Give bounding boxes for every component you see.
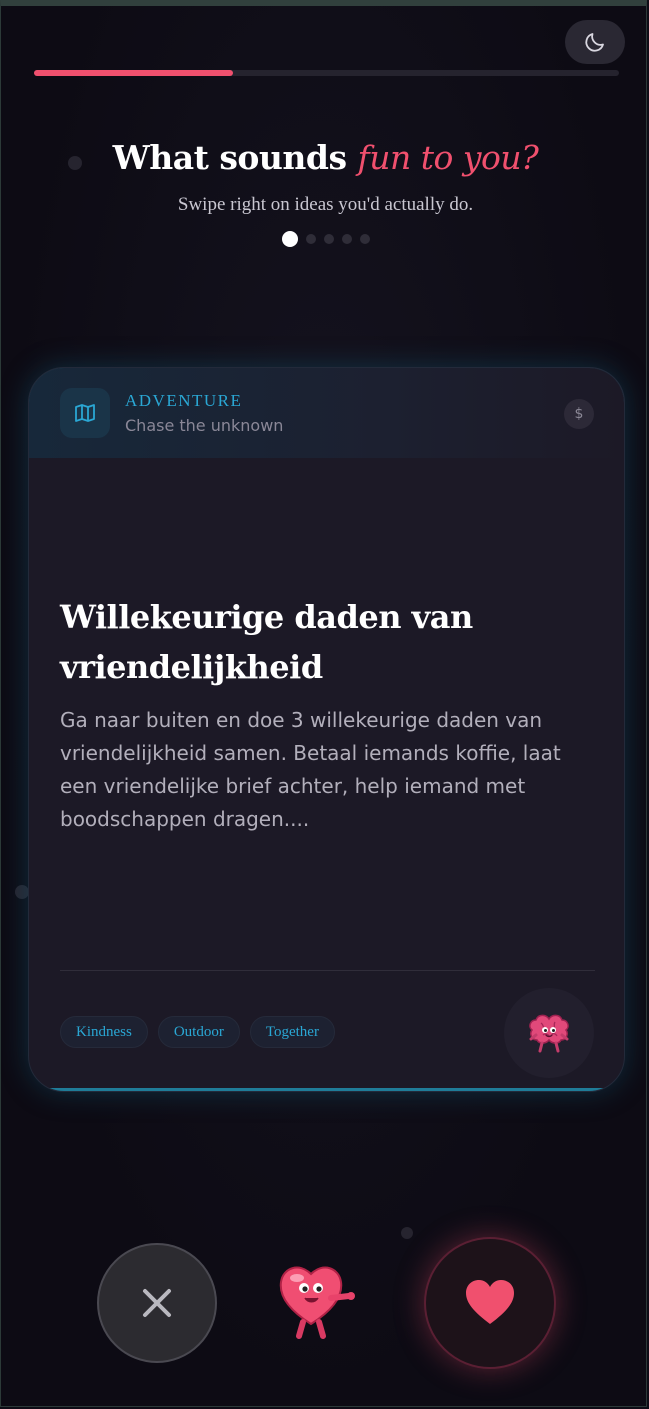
theme-toggle-button[interactable] — [565, 20, 625, 64]
category-tagline: Chase the unknown — [125, 416, 284, 435]
page-subtitle: Swipe right on ideas you'd actually do. — [177, 194, 474, 215]
category-icon-badge — [60, 388, 110, 438]
tag-list: Kindness Outdoor Together — [60, 1016, 335, 1048]
pager-dot — [359, 234, 370, 244]
category-name: ADVENTURE — [125, 391, 243, 410]
card-description: Ga naar buiten en doe 3 willekeurige dad… — [60, 708, 561, 831]
dislike-button[interactable] — [97, 1243, 217, 1363]
card-divider — [60, 970, 595, 971]
card-title: Willekeurige daden van vriendelijkheid — [60, 598, 473, 686]
progress-fill — [34, 70, 233, 76]
decorative-dot — [15, 885, 29, 899]
tag-chip: Together — [249, 1016, 335, 1048]
pager-dot — [323, 234, 334, 244]
heart-mascot-icon — [279, 1266, 355, 1339]
idea-card[interactable]: ADVENTURE Chase the unknown $ Willekeuri… — [28, 367, 625, 1092]
map-icon — [75, 404, 95, 422]
pager-dots — [1, 231, 649, 247]
moon-icon — [585, 33, 604, 52]
tag-chip: Outdoor — [157, 1016, 240, 1048]
like-button[interactable] — [424, 1237, 556, 1369]
pager-dot — [305, 234, 316, 244]
heart-icon — [466, 1280, 514, 1324]
app-frame: What sounds fun to you? Swipe right on i… — [0, 0, 647, 1407]
brain-mascot-icon — [529, 1014, 569, 1053]
pager-dot — [281, 231, 298, 247]
page-title: What sounds fun to you? — [1, 138, 649, 177]
decorative-dot — [401, 1227, 413, 1239]
pager-dot — [341, 234, 352, 244]
page-title-plain: What sounds — [112, 138, 358, 177]
tag-chip: Kindness — [60, 1016, 148, 1048]
close-icon — [143, 1289, 171, 1317]
card-header: ADVENTURE Chase the unknown $ — [29, 368, 624, 458]
progress-bar — [34, 70, 619, 76]
card-mascot-badge — [504, 988, 594, 1078]
cost-badge: $ — [564, 399, 594, 429]
page-title-accent: fun to you? — [357, 138, 539, 177]
